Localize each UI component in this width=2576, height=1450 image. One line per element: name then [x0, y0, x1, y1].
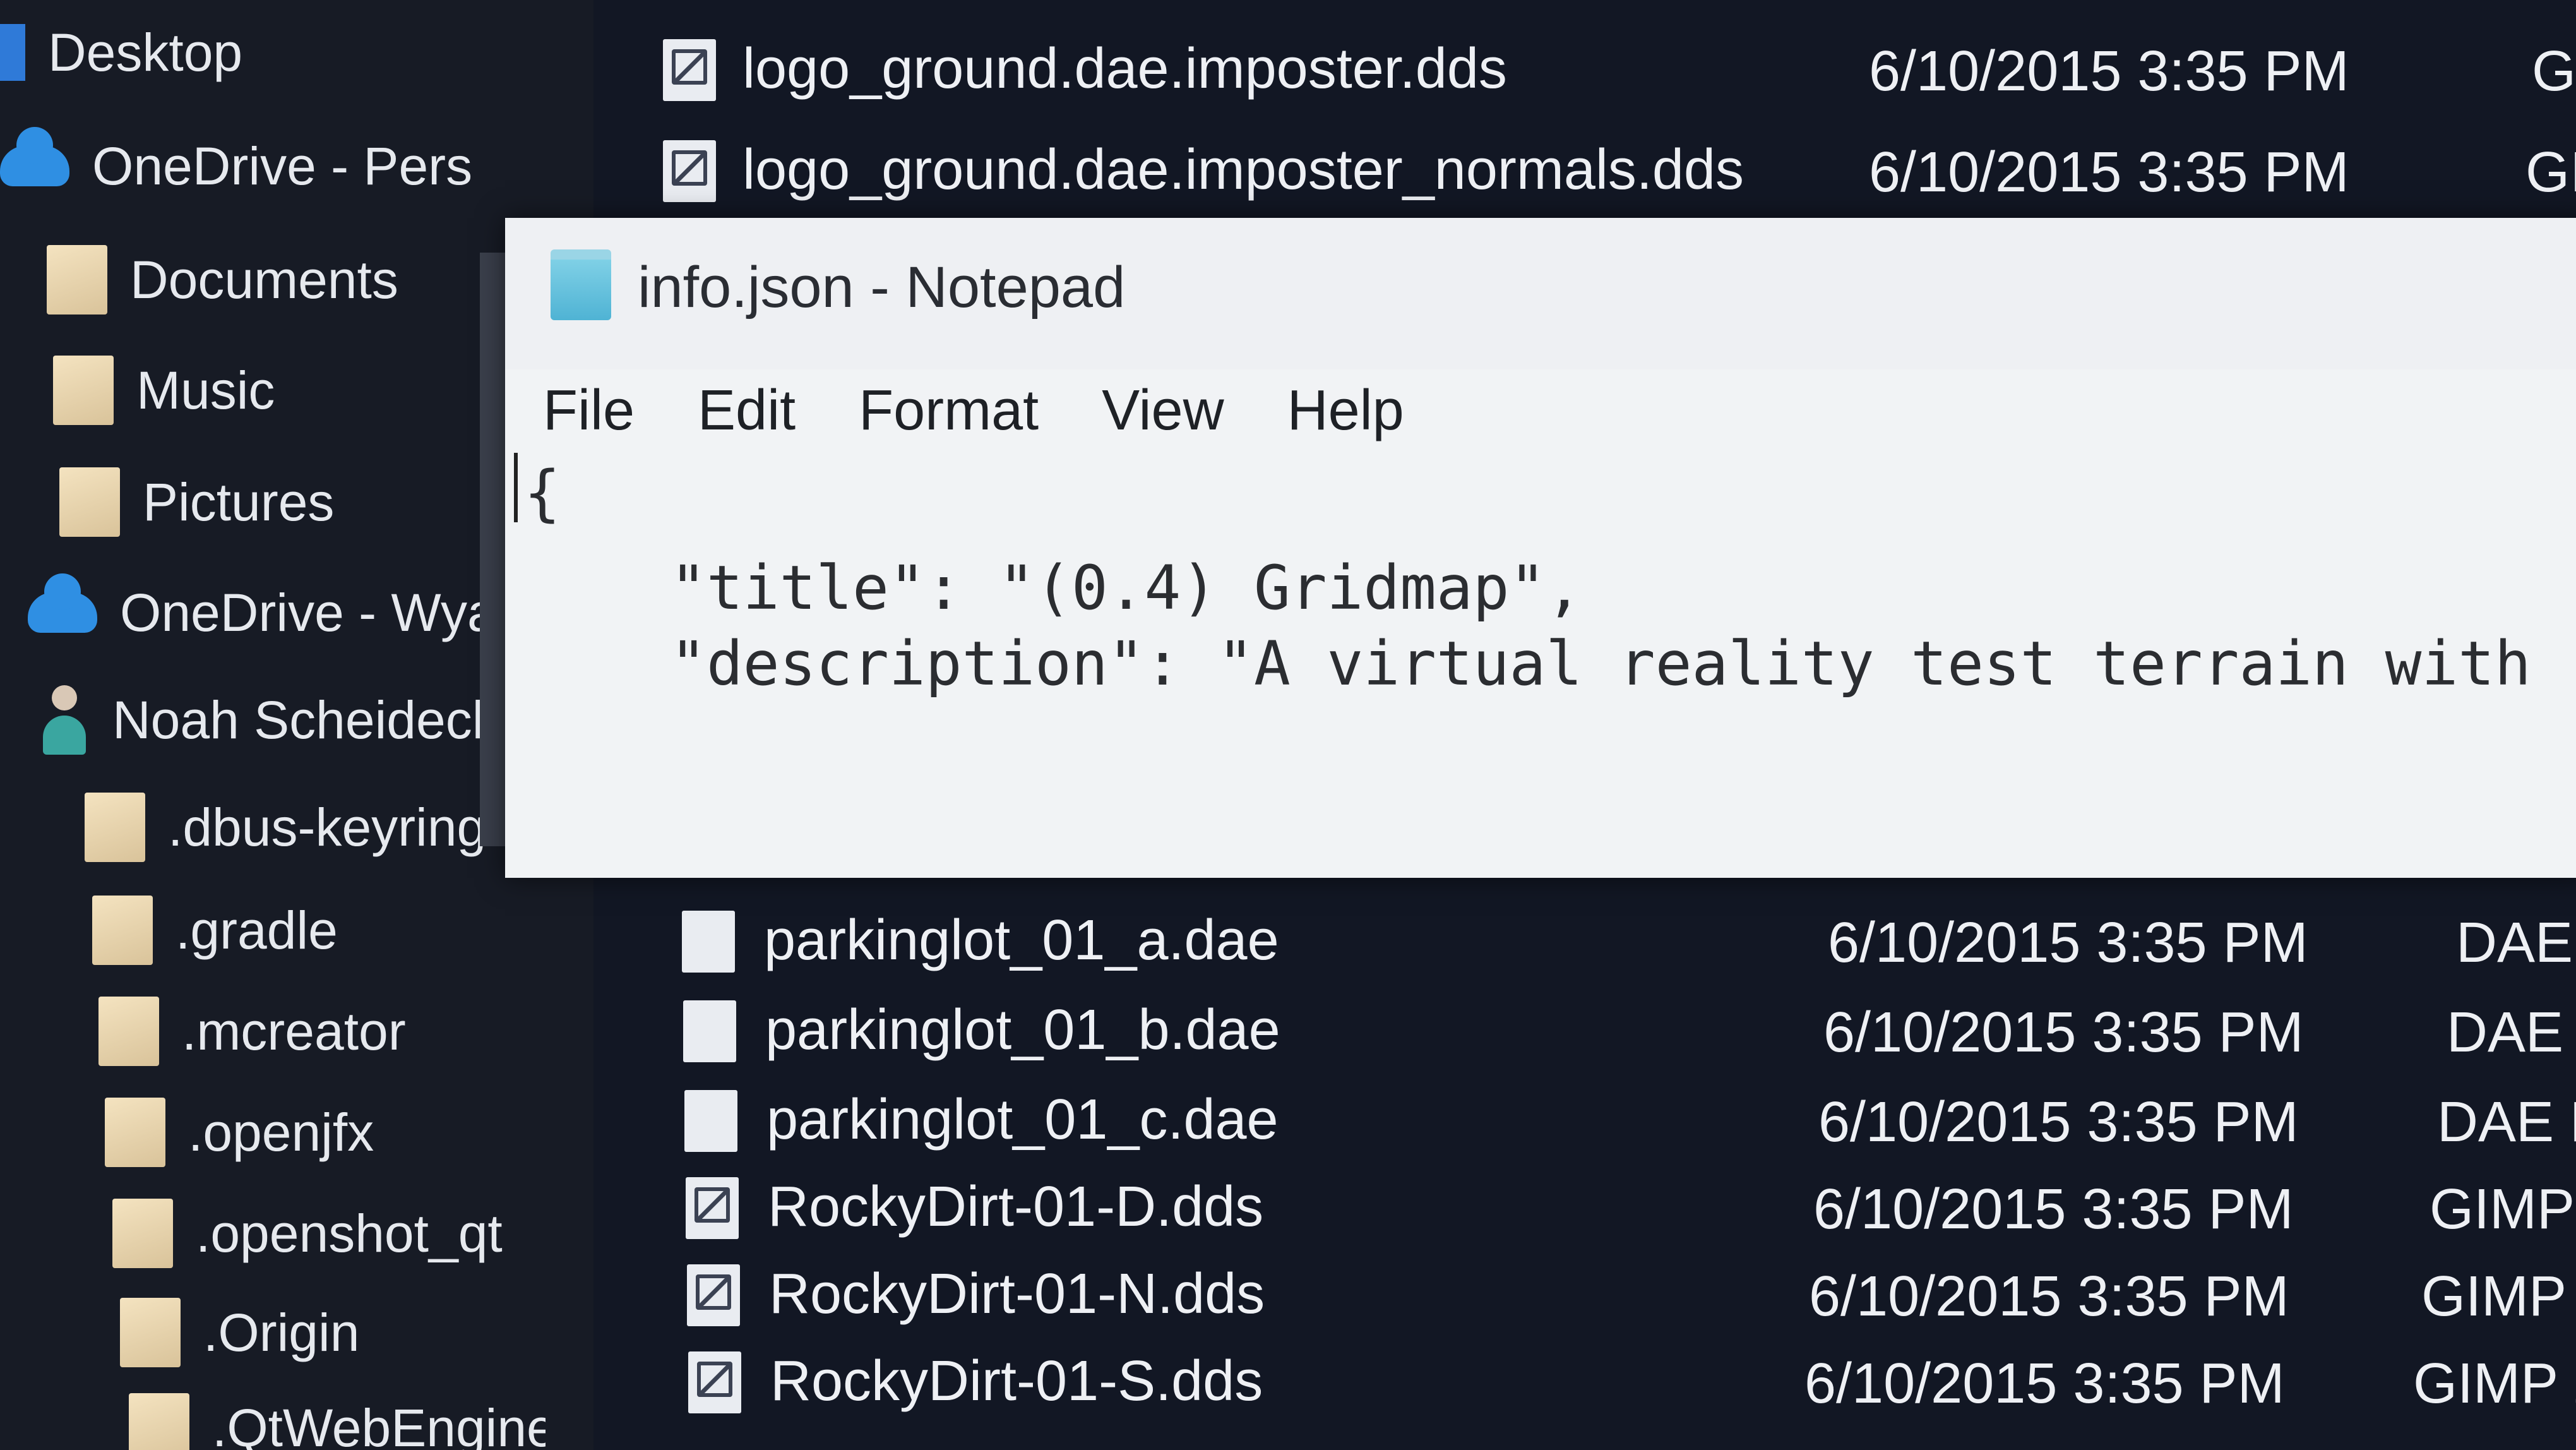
menu-format[interactable]: Format [859, 369, 1039, 452]
file-icon [684, 1090, 737, 1152]
folder-icon [112, 1199, 173, 1268]
file-date: 6/10/2015 3:35 PM [1869, 141, 2349, 204]
file-row[interactable]: logo_ground.dae.imposter_normals.dds 6/1… [593, 126, 2576, 215]
file-date: 6/10/2015 3:35 PM [1869, 40, 2349, 103]
file-type: DAE F [2456, 911, 2576, 974]
folder-icon [98, 997, 159, 1066]
file-row[interactable]: logo_ground.dae.imposter.dds 6/10/2015 3… [593, 25, 2576, 114]
menu-file[interactable]: File [543, 369, 635, 452]
onedrive-cloud-icon [0, 127, 69, 186]
menu-view[interactable]: View [1102, 369, 1224, 452]
nav-item-music[interactable]: Music [53, 349, 275, 431]
nav-item-dbus-keyring[interactable]: .dbus-keyring [85, 786, 508, 868]
nav-item-label: Pictures [143, 472, 335, 532]
file-name: parkinglot_01_c.dae [766, 1088, 1279, 1151]
image-file-icon [687, 1264, 740, 1326]
file-row[interactable]: RockyDirt-01-S.dds 6/10/2015 3:35 PM GIM… [593, 1338, 2576, 1426]
nav-item-openshot-qt[interactable]: .openshot_qt [112, 1192, 503, 1274]
folder-icon [129, 1393, 189, 1450]
image-file-icon [663, 39, 716, 101]
nav-item-user-folder[interactable]: Noah Scheideck [39, 679, 494, 761]
nav-item-label: OneDrive - Pers [92, 136, 473, 196]
nav-item-label: .Origin [203, 1302, 360, 1362]
image-file-icon [663, 140, 716, 202]
file-name: logo_ground.dae.imposter.dds [742, 37, 1507, 100]
nav-item-label: .openjfx [188, 1102, 374, 1162]
file-date: 6/10/2015 3:35 PM [1804, 1352, 2285, 1415]
file-row[interactable]: RockyDirt-01-D.dds 6/10/2015 3:35 PM GIM… [593, 1163, 2576, 1252]
nav-item-label: Music [136, 360, 275, 420]
file-date: 6/10/2015 3:35 PM [1809, 1265, 2289, 1328]
file-date: 6/10/2015 3:35 PM [1813, 1178, 2294, 1241]
folder-icon [105, 1098, 165, 1167]
image-file-icon [688, 1351, 741, 1413]
nav-item-label: .QtWebEngine [212, 1398, 546, 1450]
screen: Desktop OneDrive - Pers Documents Music … [0, 0, 2576, 1450]
folder-icon [47, 245, 107, 315]
text-line: "description": "A virtual reality test t… [524, 628, 2570, 699]
nav-item-pictures[interactable]: Pictures [59, 461, 334, 543]
file-row[interactable]: parkinglot_01_c.dae 6/10/2015 3:35 PM DA… [593, 1076, 2576, 1165]
nav-item-label: OneDrive - Wya [120, 582, 497, 642]
nav-item-label: .mcreator [182, 1001, 406, 1061]
nav-item-mcreator[interactable]: .mcreator [98, 990, 406, 1072]
file-row[interactable]: parkinglot_01_b.dae 6/10/2015 3:35 PM DA… [593, 986, 2576, 1075]
folder-icon [120, 1298, 181, 1367]
text-caret [514, 453, 518, 522]
file-name: RockyDirt-01-S.dds [770, 1350, 1263, 1413]
onedrive-cloud-icon [28, 573, 97, 633]
file-date: 6/10/2015 3:35 PM [1823, 1001, 2304, 1064]
file-type: DAE F [2447, 1001, 2576, 1064]
menu-edit[interactable]: Edit [698, 369, 796, 452]
nav-item-qtwebengine[interactable]: .QtWebEngine [129, 1387, 546, 1450]
nav-item-gradle[interactable]: .gradle [92, 889, 338, 971]
file-type: DAE F [2437, 1091, 2576, 1154]
file-icon [683, 1000, 736, 1062]
file-type: GI [2532, 40, 2576, 103]
nav-item-label: .gradle [176, 900, 338, 960]
image-file-icon [686, 1177, 739, 1239]
nav-item-label: Noah Scheideck [112, 690, 494, 750]
file-type: GIMP 2 [2421, 1265, 2576, 1328]
file-name: RockyDirt-01-N.dds [769, 1262, 1265, 1326]
nav-item-onedrive-work[interactable]: OneDrive - Wya [28, 572, 497, 654]
text-line: "title": "(0.4) Gridmap", [524, 553, 1583, 623]
folder-icon [92, 896, 153, 965]
file-type: GI [2525, 141, 2576, 204]
nav-item-documents[interactable]: Documents [47, 239, 398, 321]
notepad-text-area[interactable]: { "title": "(0.4) Gridmap", "description… [524, 458, 2570, 862]
user-folder-icon [39, 685, 90, 755]
notepad-window[interactable]: info.json - Notepad File Edit Format Vie… [505, 218, 2576, 878]
menu-help[interactable]: Help [1287, 369, 1404, 452]
notepad-title-bar[interactable]: info.json - Notepad [505, 218, 2576, 369]
file-icon [682, 911, 735, 973]
notepad-icon [551, 249, 611, 320]
file-name: parkinglot_01_a.dae [764, 909, 1279, 972]
nav-item-onedrive-personal[interactable]: OneDrive - Pers [0, 125, 472, 207]
folder-icon [53, 356, 114, 425]
nav-item-label: .openshot_qt [196, 1203, 503, 1263]
window-title: info.json - Notepad [638, 255, 1126, 320]
file-date: 6/10/2015 3:35 PM [1818, 1091, 2299, 1154]
file-row[interactable]: parkinglot_01_a.dae 6/10/2015 3:35 PM DA… [593, 897, 2576, 985]
file-name: parkinglot_01_b.dae [765, 998, 1280, 1062]
folder-icon [59, 467, 120, 537]
notepad-menu-bar: File Edit Format View Help [543, 369, 1467, 452]
file-name: RockyDirt-01-D.dds [768, 1175, 1264, 1238]
file-name: logo_ground.dae.imposter_normals.dds [742, 138, 1744, 201]
text-line: { [524, 458, 561, 529]
folder-icon [85, 793, 145, 862]
nav-item-openjfx[interactable]: .openjfx [105, 1091, 374, 1173]
nav-item-label: .dbus-keyring [168, 797, 487, 857]
nav-item-desktop[interactable]: Desktop [0, 11, 242, 93]
file-type: GIMP 2 [2413, 1352, 2576, 1415]
nav-item-label: Documents [130, 249, 398, 309]
nav-item-origin[interactable]: .Origin [120, 1291, 359, 1374]
file-type: GIMP 2 [2430, 1178, 2576, 1241]
file-row[interactable]: RockyDirt-01-N.dds 6/10/2015 3:35 PM GIM… [593, 1250, 2576, 1339]
file-date: 6/10/2015 3:35 PM [1828, 911, 2308, 974]
nav-item-label: Desktop [48, 22, 243, 82]
desktop-icon [0, 24, 25, 81]
